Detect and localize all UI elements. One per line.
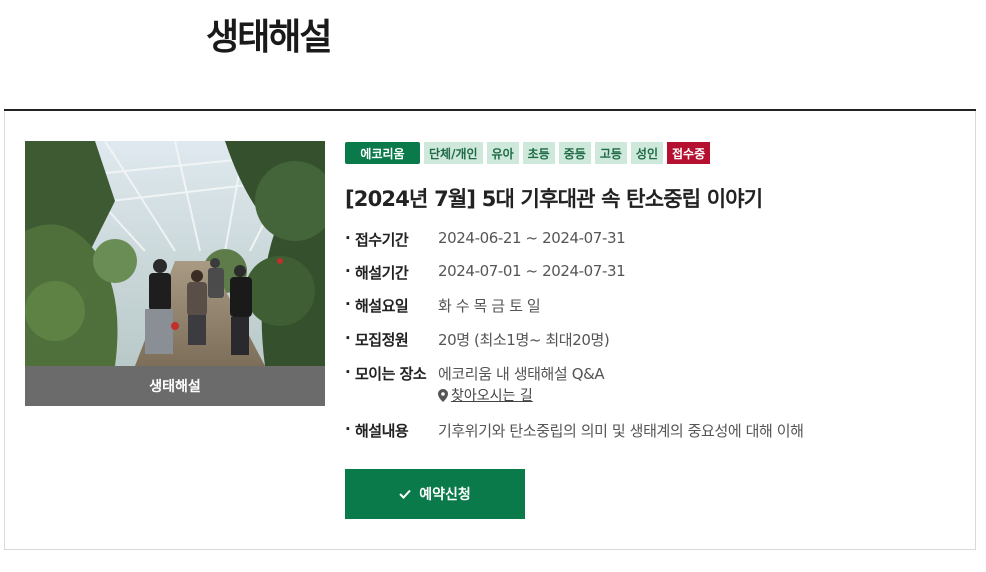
tag-middle: 중등 [558, 142, 591, 164]
tag-high: 고등 [594, 142, 627, 164]
detail-value: 20명 (최소1명~ 최대20명) [438, 331, 610, 349]
program-thumbnail[interactable]: 생태해설 [25, 141, 325, 406]
bullet: · [345, 329, 351, 347]
detail-label: 해설내용 [355, 422, 409, 440]
program-title[interactable]: [2024년 7월] 5대 기후대관 속 탄소중립 이야기 [345, 183, 763, 213]
detail-registration: · 접수기간 2024-06-21 ~ 2024-07-31 [345, 229, 626, 250]
detail-capacity: · 모집정원 20명 (최소1명~ 최대20명) [345, 329, 610, 350]
detail-label: 해설기간 [355, 264, 409, 282]
detail-value: 에코리움 내 생태해설 Q&A [438, 365, 605, 383]
detail-label: 모집정원 [355, 331, 409, 349]
check-icon [399, 489, 411, 499]
detail-label: 접수기간 [355, 231, 409, 249]
bullet: · [345, 420, 351, 438]
detail-value: 화 수 목 금 토 일 [438, 297, 541, 315]
tag-venue: 에코리움 [345, 142, 420, 164]
tag-infant: 유아 [486, 142, 519, 164]
detail-value: 2024-07-01 ~ 2024-07-31 [438, 262, 626, 280]
page-title: 생태해설 [206, 17, 332, 58]
program-card: 생태해설 에코리움 단체/개인 유아 초등 중등 고등 성인 접수중 [2024… [4, 111, 976, 550]
directions-link[interactable]: 찾아오시는 길 [438, 385, 533, 405]
status-badge: 접수중 [667, 142, 711, 164]
reserve-button-label: 예약신청 [419, 487, 471, 503]
bullet: · [345, 295, 351, 313]
detail-label: 모이는 장소 [355, 365, 427, 383]
reserve-button[interactable]: 예약신청 [345, 469, 525, 519]
tag-type: 단체/개인 [424, 142, 483, 164]
directions-label: 찾아오시는 길 [451, 388, 533, 404]
detail-meeting-place: · 모이는 장소 에코리움 내 생태해설 Q&A [345, 363, 605, 384]
detail-value: 기후위기와 탄소중립의 의미 및 생태계의 중요성에 대해 이해 [438, 422, 804, 440]
detail-session: · 해설기간 2024-07-01 ~ 2024-07-31 [345, 262, 626, 283]
detail-label: 해설요일 [355, 297, 409, 315]
greenhouse-photo [25, 141, 325, 366]
detail-days: · 해설요일 화 수 목 금 토 일 [345, 295, 541, 316]
detail-value: 2024-06-21 ~ 2024-07-31 [438, 229, 626, 247]
bullet: · [345, 262, 351, 280]
bullet: · [345, 363, 351, 381]
thumbnail-caption: 생태해설 [25, 366, 325, 406]
bullet: · [345, 229, 351, 247]
program-tags: 에코리움 단체/개인 유아 초등 중등 고등 성인 접수중 [345, 142, 711, 164]
map-pin-icon [438, 388, 448, 402]
tag-elementary: 초등 [522, 142, 555, 164]
detail-content: · 해설내용 기후위기와 탄소중립의 의미 및 생태계의 중요성에 대해 이해 [345, 420, 804, 441]
tag-adult: 성인 [630, 142, 664, 164]
